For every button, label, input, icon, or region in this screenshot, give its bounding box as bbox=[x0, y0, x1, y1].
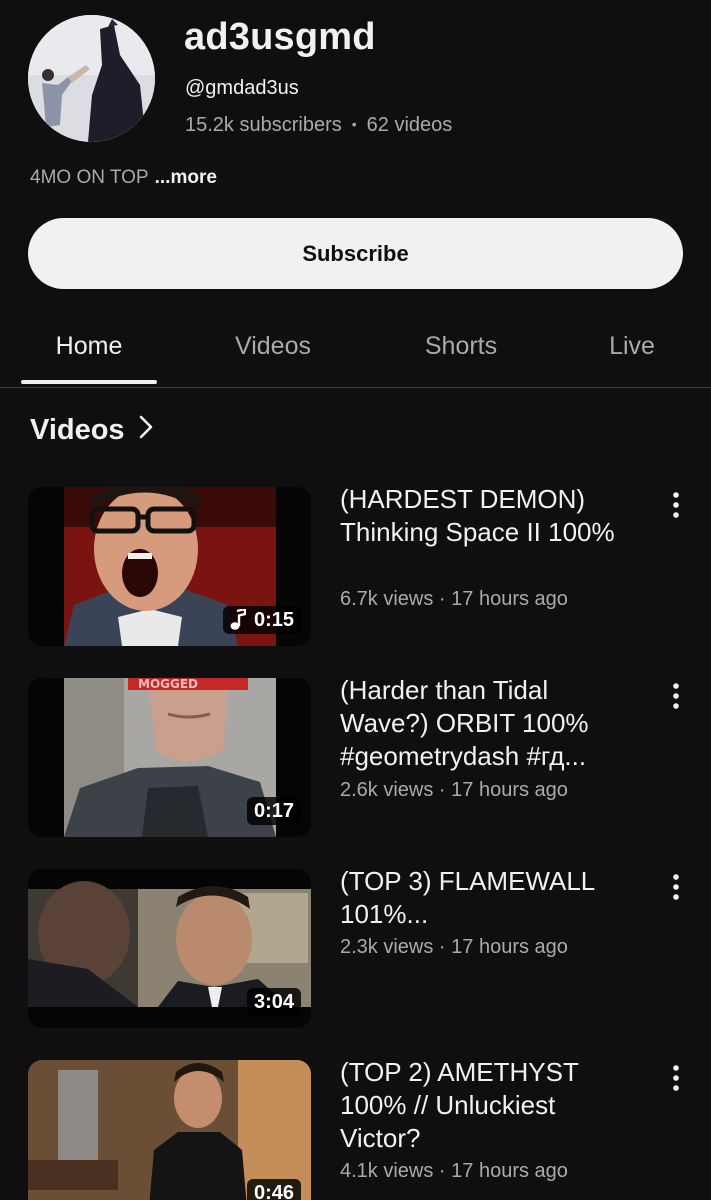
description-text: 4MO ON TOP bbox=[30, 167, 149, 188]
video-thumbnail[interactable]: 0:46 bbox=[28, 1060, 311, 1200]
subscriber-count: 15.2k subscribers bbox=[185, 114, 342, 136]
video-duration: 0:46 bbox=[246, 1179, 301, 1200]
channel-tabs: Home Videos Shorts Live bbox=[0, 320, 711, 388]
stats-separator: • bbox=[351, 116, 357, 132]
tab-live[interactable]: Live bbox=[570, 320, 694, 386]
channel-stats: 15.2k subscribers • 62 videos bbox=[185, 113, 452, 138]
more-options-icon[interactable] bbox=[664, 490, 688, 520]
thumbnail-caption: MOGGED bbox=[138, 678, 198, 691]
video-meta: 2.6k views · 17 hours ago bbox=[340, 779, 568, 801]
duration-text: 0:17 bbox=[253, 800, 294, 822]
video-meta: 6.7k views · 17 hours ago bbox=[340, 588, 568, 610]
video-duration: 3:04 bbox=[246, 988, 301, 1016]
duration-text: 0:46 bbox=[253, 1182, 294, 1200]
video-meta: 2.3k views · 17 hours ago bbox=[340, 936, 568, 958]
music-note-icon bbox=[230, 609, 246, 631]
video-duration: 0:15 bbox=[222, 606, 301, 634]
video-duration: 0:17 bbox=[246, 797, 301, 825]
channel-avatar[interactable] bbox=[28, 15, 155, 142]
chevron-right-icon bbox=[139, 410, 153, 450]
video-item[interactable]: 0:46 (TOP 2) AMETHYST 100% // Unluckiest… bbox=[0, 1057, 711, 1200]
tab-videos[interactable]: Videos bbox=[205, 320, 341, 386]
more-options-icon[interactable] bbox=[664, 681, 688, 711]
active-tab-indicator bbox=[21, 380, 157, 384]
channel-name: ad3usgmd bbox=[184, 16, 376, 58]
video-title[interactable]: (HARDEST DEMON) Thinking Space II 100% bbox=[340, 483, 640, 549]
description-more-link[interactable]: ...more bbox=[155, 167, 217, 188]
video-thumbnail[interactable]: MOGGED 0:17 bbox=[28, 678, 311, 837]
video-title[interactable]: (Harder than Tidal Wave?) ORBIT 100% #ge… bbox=[340, 674, 640, 773]
video-thumbnail[interactable]: 3:04 bbox=[28, 869, 311, 1028]
tab-shorts[interactable]: Shorts bbox=[393, 320, 529, 386]
tab-home[interactable]: Home bbox=[21, 320, 157, 386]
channel-page: ad3usgmd @gmdad3us 15.2k subscribers • 62 … bbox=[0, 0, 711, 1200]
duration-text: 3:04 bbox=[253, 991, 294, 1013]
video-thumbnail[interactable]: 0:15 bbox=[28, 487, 311, 646]
video-count: 62 videos bbox=[366, 114, 453, 136]
video-title[interactable]: (TOP 3) FLAMEWALL 101%... bbox=[340, 865, 640, 931]
subscribe-button[interactable]: Subscribe bbox=[28, 218, 683, 289]
section-title: Videos bbox=[30, 414, 125, 446]
video-title[interactable]: (TOP 2) AMETHYST 100% // Unluckiest Vict… bbox=[340, 1056, 640, 1155]
videos-section-header[interactable]: Videos bbox=[30, 410, 153, 450]
duration-text: 0:15 bbox=[253, 609, 294, 631]
video-meta: 4.1k views · 17 hours ago bbox=[340, 1160, 568, 1182]
video-item[interactable]: 0:15 (HARDEST DEMON) Thinking Space II 1… bbox=[0, 484, 711, 657]
channel-description: 4MO ON TOP ...more bbox=[30, 166, 217, 190]
channel-handle: @gmdad3us bbox=[185, 77, 299, 99]
more-options-icon[interactable] bbox=[664, 1063, 688, 1093]
video-item[interactable]: 3:04 (TOP 3) FLAMEWALL 101%... 2.3k view… bbox=[0, 866, 711, 1039]
more-options-icon[interactable] bbox=[664, 872, 688, 902]
video-item[interactable]: MOGGED 0:17 (Harder than Tidal Wave?) OR… bbox=[0, 675, 711, 848]
